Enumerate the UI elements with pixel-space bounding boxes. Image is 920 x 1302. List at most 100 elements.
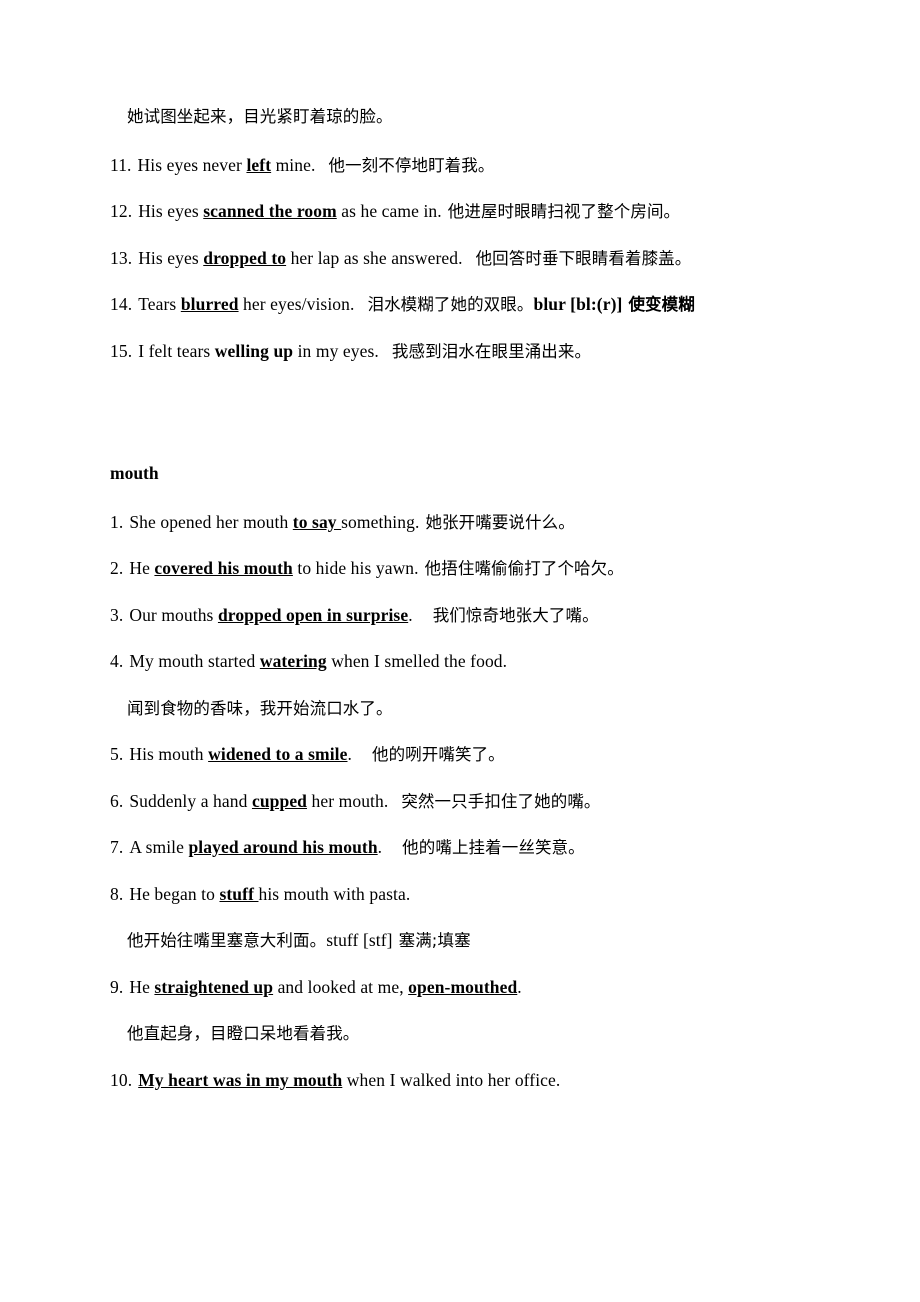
gloss-definition: 塞满;填塞 <box>398 931 471 950</box>
list-item: 1. She opened her mouth to say something.… <box>110 511 870 532</box>
list-item: 14. Tears blurred her eyes/vision. 泪水模糊了她的… <box>110 294 870 314</box>
list-item: 6. Suddenly a hand cupped her mouth. 突然一只手… <box>110 790 870 811</box>
item-chinese: 他直起身，目瞪口呆地看着我。 <box>127 1024 360 1043</box>
item-english-after: something. <box>341 511 420 532</box>
item-english-highlight: covered his mouth <box>154 558 293 578</box>
item-number: 8. <box>110 883 124 904</box>
item-chinese: 突然一只手扣住了她的嘴。 <box>401 791 601 811</box>
item-english-before: He began to <box>129 883 220 904</box>
item-english-highlight-secondary: open-mouthed <box>408 976 518 997</box>
item-number: 15. <box>110 340 133 361</box>
item-number: 5. <box>110 744 124 764</box>
item-english-before: Tears <box>138 294 181 314</box>
item-number: 10. <box>110 1069 133 1090</box>
translation-line: 他直起身，目瞪口呆地看着我。 <box>110 1025 870 1043</box>
item-english-mid: and looked at me, <box>273 976 409 997</box>
item-english-highlight: cupped <box>251 790 308 811</box>
item-english-before: His mouth <box>129 744 209 764</box>
item-english-after: . <box>517 976 522 997</box>
item-number: 14. <box>110 294 133 314</box>
list-item: 12. His eyes scanned the room as he came … <box>110 201 870 221</box>
item-english-before: His eyes <box>138 247 204 268</box>
item-english-before: Our mouths <box>129 604 218 625</box>
item-number: 7. <box>110 837 124 857</box>
item-number: 13. <box>110 247 133 268</box>
item-english-before: His eyes <box>138 201 204 221</box>
item-english-before: He <box>129 976 155 997</box>
item-english-highlight: watering <box>259 651 327 671</box>
item-chinese: 我感到泪水在眼里涌出来。 <box>391 341 592 361</box>
gloss-word: stuff [stf] <box>326 930 393 950</box>
item-chinese: 我们惊奇地张大了嘴。 <box>432 605 599 625</box>
item-english-after: her lap as she answered. <box>286 247 463 268</box>
item-english-highlight: My heart was in my mouth <box>138 1069 343 1090</box>
item-english-before: He <box>129 558 155 578</box>
list-item: 10. My heart was in my mouth when I walke… <box>110 1069 870 1090</box>
item-english-highlight: stuff <box>219 883 259 904</box>
item-english-highlight: widened to a smile <box>208 744 348 764</box>
continuation-chinese: 她试图坐起来，目光紧盯着琼的脸。 <box>127 107 393 126</box>
item-english-before: I felt tears <box>138 340 215 361</box>
item-chinese: 他的咧开嘴笑了。 <box>371 745 505 764</box>
item-english-highlight: played around his mouth <box>188 837 378 857</box>
item-chinese: 泪水模糊了她的双眼。 <box>367 295 534 314</box>
item-chinese: 他的嘴上挂着一丝笑意。 <box>402 838 585 857</box>
item-english-before: His eyes never <box>137 154 247 175</box>
item-english-highlight: welling up <box>214 340 294 361</box>
item-english-after: his mouth with pasta. <box>258 883 411 904</box>
item-number: 12. <box>110 201 133 221</box>
item-chinese: 他回答时垂下眼睛看着膝盖。 <box>475 248 692 268</box>
translation-line: 闻到食物的香味，我开始流口水了。 <box>110 700 870 718</box>
list-item: 8. He began to stuff his mouth with pasta… <box>110 883 870 904</box>
item-english-after: in my eyes. <box>293 340 379 361</box>
item-chinese: 他捂住嘴偷偷打了个哈欠。 <box>424 559 624 578</box>
document-page: 她试图坐起来，目光紧盯着琼的脸。 11. His eyes never left … <box>0 0 920 1302</box>
list-item: 5. His mouth widened to a smile. 他的咧开嘴笑了。 <box>110 744 870 764</box>
item-english-highlight: left <box>246 154 272 175</box>
item-english-after: when I smelled the food. <box>326 651 508 671</box>
item-english-after: when I walked into her office. <box>342 1069 561 1090</box>
item-chinese: 他进屋时眼睛扫视了整个房间。 <box>447 202 681 221</box>
gloss-definition: 使变模糊 <box>628 295 695 314</box>
list-item: 9. He straightened up and looked at me, o… <box>110 976 870 997</box>
item-english-highlight: blurred <box>180 294 239 314</box>
item-english-highlight: scanned the room <box>203 201 337 221</box>
item-english-after: mine. <box>271 154 316 175</box>
item-english-after: . <box>408 604 413 625</box>
item-english-before: She opened her mouth <box>129 511 293 532</box>
item-english-highlight: dropped to <box>203 247 287 268</box>
list-item: 13. His eyes dropped to her lap as she an… <box>110 247 870 268</box>
item-english-highlight: dropped open in surprise <box>217 604 409 625</box>
item-english-before: My mouth started <box>129 651 260 671</box>
document-body: 她试图坐起来，目光紧盯着琼的脸。 11. His eyes never left … <box>110 108 870 1118</box>
item-english-after: to hide his yawn. <box>292 558 419 578</box>
item-english-after: as he came in. <box>336 201 442 221</box>
list-item: 4. My mouth started watering when I smell… <box>110 651 870 671</box>
item-chinese: 他一刻不停地盯着我。 <box>328 155 495 175</box>
item-english-before: A smile <box>129 837 189 857</box>
item-number: 3. <box>110 604 124 625</box>
item-english-after: . <box>347 744 352 764</box>
list-item: 7. A smile played around his mouth. 他的嘴上挂着… <box>110 837 870 857</box>
list-item: 3. Our mouths dropped open in surprise. 我们… <box>110 604 870 625</box>
item-english-after: . <box>377 837 383 857</box>
item-english-highlight: straightened up <box>154 976 274 997</box>
item-english-before: Suddenly a hand <box>129 790 252 811</box>
gloss-word: blur [bl:(r)] <box>533 294 623 314</box>
item-chinese: 闻到食物的香味，我开始流口水了。 <box>127 698 393 718</box>
section-heading-mouth: mouth <box>110 463 159 483</box>
translation-line: 他开始往嘴里塞意大利面。stuff [stf] 塞满;填塞 <box>110 930 870 950</box>
item-number: 11. <box>110 154 132 175</box>
item-english-after: her mouth. <box>307 790 389 811</box>
item-number: 9. <box>110 976 124 997</box>
list-item: 11. His eyes never left mine. 他一刻不停地盯着我。 <box>110 154 870 175</box>
item-number: 1. <box>110 511 124 532</box>
item-number: 4. <box>110 651 124 671</box>
item-chinese: 他开始往嘴里塞意大利面。 <box>127 931 327 950</box>
list-item: 2. He covered his mouth to hide his yawn.… <box>110 558 870 578</box>
item-number: 6. <box>110 790 124 811</box>
continuation-line: 她试图坐起来，目光紧盯着琼的脸。 <box>110 108 870 126</box>
list-item: 15. I felt tears welling up in my eyes. 我感… <box>110 340 870 361</box>
item-english-after: her eyes/vision. <box>238 294 355 314</box>
